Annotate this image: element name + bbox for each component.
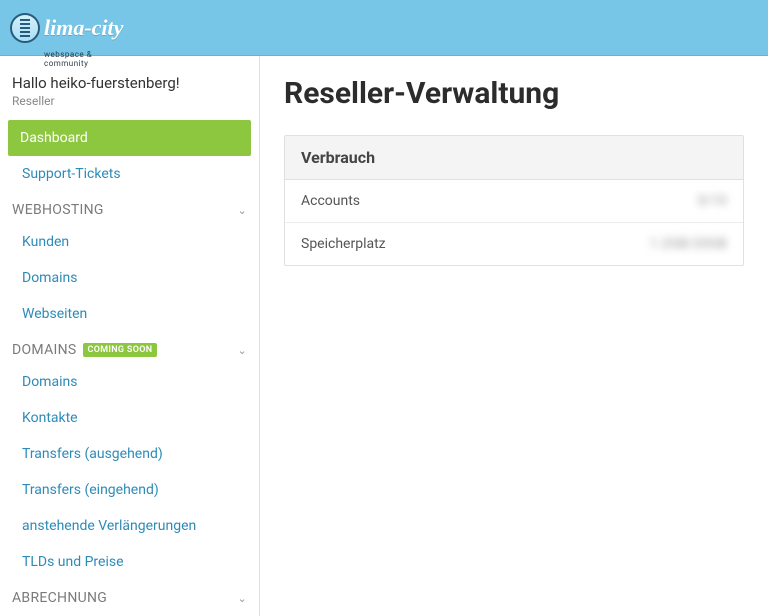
section-domains[interactable]: DOMAINS COMING SOON ⌄ — [0, 332, 259, 364]
nav-anstehende-verlaengerungen[interactable]: anstehende Verlängerungen — [0, 508, 259, 544]
nav-webseiten[interactable]: Webseiten — [0, 296, 259, 332]
nav-domains-webhosting[interactable]: Domains — [0, 260, 259, 296]
nav-rechnungsvorschau[interactable]: Rechnungsvorschau — [0, 612, 259, 616]
page-title: Reseller-Verwaltung — [284, 76, 744, 111]
nav-kunden[interactable]: Kunden — [0, 224, 259, 260]
sidebar: Hallo heiko-fuerstenberg! Reseller Dashb… — [0, 56, 260, 616]
nav-transfers-eingehend[interactable]: Transfers (eingehend) — [0, 472, 259, 508]
nav-domains[interactable]: Domains — [0, 364, 259, 400]
logo-icon — [10, 13, 40, 43]
section-abrechnung[interactable]: ABRECHNUNG ⌄ — [0, 580, 259, 612]
row-value-speicherplatz: 1.2GB/20GB — [650, 236, 727, 252]
chevron-down-icon: ⌄ — [237, 204, 247, 217]
logo[interactable]: lima-city webspace & community — [10, 13, 123, 43]
nav-transfers-ausgehend[interactable]: Transfers (ausgehend) — [0, 436, 259, 472]
main-content: Reseller-Verwaltung Verbrauch Accounts 0… — [260, 56, 768, 616]
brand-tagline: webspace & community — [10, 50, 123, 68]
nav-tlds-preise[interactable]: TLDs und Preise — [0, 544, 259, 580]
table-row: Speicherplatz 1.2GB/20GB — [285, 223, 743, 265]
panel-title: Verbrauch — [285, 136, 743, 180]
nav-dashboard[interactable]: Dashboard — [8, 120, 251, 156]
section-abrechnung-title: ABRECHNUNG — [12, 590, 107, 606]
section-webhosting[interactable]: WEBHOSTING ⌄ — [0, 192, 259, 224]
row-label-accounts: Accounts — [301, 193, 360, 209]
section-domains-title: DOMAINS — [12, 342, 77, 358]
row-label-speicherplatz: Speicherplatz — [301, 236, 386, 252]
greeting: Hallo heiko-fuerstenberg! — [0, 66, 259, 94]
chevron-down-icon: ⌄ — [237, 592, 247, 605]
coming-soon-badge: COMING SOON — [83, 343, 158, 357]
chevron-down-icon: ⌄ — [237, 344, 247, 357]
role-label: Reseller — [0, 94, 259, 120]
brand-name: lima-city — [44, 17, 123, 39]
section-webhosting-title: WEBHOSTING — [12, 202, 104, 218]
nav-kontakte[interactable]: Kontakte — [0, 400, 259, 436]
topbar: lima-city webspace & community — [0, 0, 768, 56]
row-value-accounts: 0/10 — [698, 193, 727, 209]
nav-support-tickets[interactable]: Support-Tickets — [0, 156, 259, 192]
verbrauch-panel: Verbrauch Accounts 0/10 Speicherplatz 1.… — [284, 135, 744, 266]
table-row: Accounts 0/10 — [285, 180, 743, 223]
